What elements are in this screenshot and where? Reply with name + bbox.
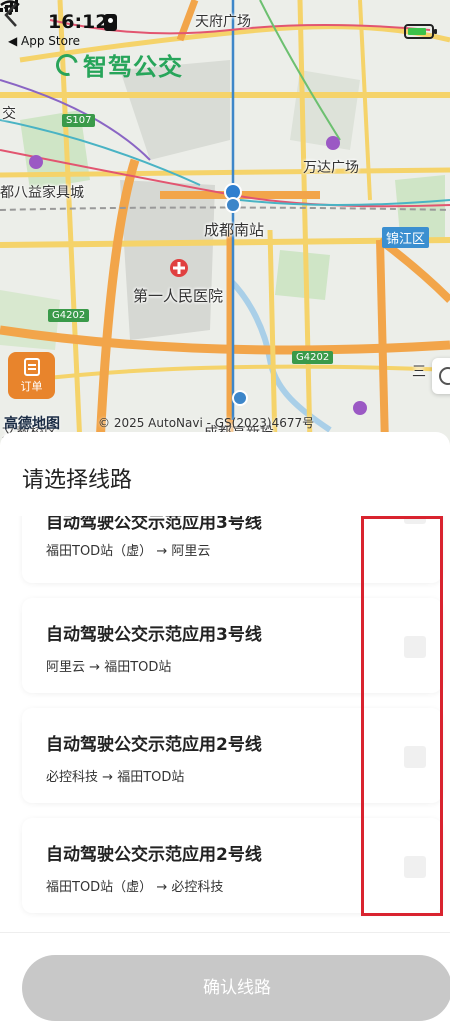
route-arrow: →: [102, 770, 114, 785]
route-card[interactable]: 自动驾驶公交示范应用3号线 阿里云 → 福田TOD站: [22, 598, 442, 693]
route-to: 必控科技: [171, 880, 224, 895]
map-label-chengdu-south-station: 成都南站: [204, 221, 265, 239]
route-stops: 阿里云 → 福田TOD站: [46, 656, 171, 675]
route-checkbox[interactable]: [404, 636, 426, 658]
id-card-icon: [104, 14, 117, 31]
route-arrow: →: [89, 660, 101, 675]
road-badge-g4202-right: G4202: [292, 351, 334, 364]
route-name: 自动驾驶公交示范应用3号线: [46, 625, 262, 645]
locate-button[interactable]: [432, 358, 450, 394]
route-from: 福田TOD站（虚）: [46, 880, 153, 895]
route-card[interactable]: 自动驾驶公交示范应用2号线 必控科技 → 福田TOD站: [22, 708, 442, 803]
route-to: 福田TOD站: [117, 770, 185, 785]
route-checkbox[interactable]: [404, 746, 426, 768]
road-badge-s107: S107: [62, 114, 96, 127]
map-label-wanda-plaza: 万达广场: [303, 160, 359, 176]
status-bar: 16:12 ◀ App Store: [0, 0, 450, 52]
route-checkbox[interactable]: [404, 856, 426, 878]
route-to: 福田TOD站: [104, 660, 172, 675]
route-to: 阿里云: [171, 544, 211, 559]
route-stops: 福田TOD站（虚） → 必控科技: [46, 876, 223, 895]
route-name: 自动驾驶公交示范应用2号线: [46, 845, 262, 865]
road-badge-g4202-left: G4202: [48, 309, 90, 322]
confirm-route-button[interactable]: 确认线路: [22, 955, 450, 1021]
route-name: 自动驾驶公交示范应用3号线: [46, 516, 262, 533]
sheet-title: 请选择线路: [22, 468, 133, 493]
app-logo: 智驾公交: [51, 47, 183, 82]
route-selection-sheet: 请选择线路 自动驾驶公交示范应用3号线 福田TOD站（虚） → 阿里云 自动驾驶…: [0, 432, 450, 1023]
clipboard-icon: [23, 358, 40, 376]
route-from: 福田TOD站（虚）: [46, 544, 153, 559]
route-from: 阿里云: [46, 660, 86, 675]
order-label: 订单: [20, 380, 43, 393]
route-stops: 福田TOD站（虚） → 阿里云: [46, 540, 210, 559]
map-label-furniture-city: 都八益家具城: [0, 185, 84, 201]
battery-charging-icon: [404, 24, 437, 39]
back-button[interactable]: [0, 0, 24, 30]
route-stops: 必控科技 → 福田TOD站: [46, 766, 184, 785]
route-checkbox[interactable]: [404, 516, 426, 524]
route-arrow: →: [156, 544, 168, 559]
amap-logo: 高德地图: [4, 416, 60, 432]
map-view[interactable]: 天府广场 万达广场 都八益家具城 成都南站 第一人民医院 交 成都高新投 文教校…: [0, 0, 450, 445]
back-to-app-store-link[interactable]: ◀ App Store: [8, 34, 80, 48]
route-card[interactable]: 自动驾驶公交示范应用2号线 福田TOD站（虚） → 必控科技: [22, 818, 442, 913]
map-copyright: © 2025 AutoNavi - GS(2023)4677号: [98, 416, 315, 430]
route-name: 自动驾驶公交示范应用2号线: [46, 735, 262, 755]
logo-text: 智驾公交: [83, 53, 183, 81]
route-arrow: →: [156, 880, 168, 895]
route-list[interactable]: 自动驾驶公交示范应用3号线 福田TOD站（虚） → 阿里云 自动驾驶公交示范应用…: [0, 516, 450, 932]
order-button[interactable]: 订单: [8, 352, 55, 399]
map-label-san: 三: [412, 364, 426, 380]
district-badge-jinjiang: 锦江区: [382, 227, 430, 248]
route-card[interactable]: 自动驾驶公交示范应用3号线 福田TOD站（虚） → 阿里云: [22, 516, 442, 583]
divider: [0, 932, 450, 933]
map-label-first-hospital: 第一人民医院: [133, 287, 224, 305]
map-label-jiao: 交: [2, 106, 16, 122]
route-from: 必控科技: [46, 770, 99, 785]
logo-icon: [51, 49, 83, 80]
status-time: 16:12: [48, 11, 109, 33]
map-attribution: 高德地图 © 2025 AutoNavi - GS(2023)4677号: [0, 411, 450, 433]
